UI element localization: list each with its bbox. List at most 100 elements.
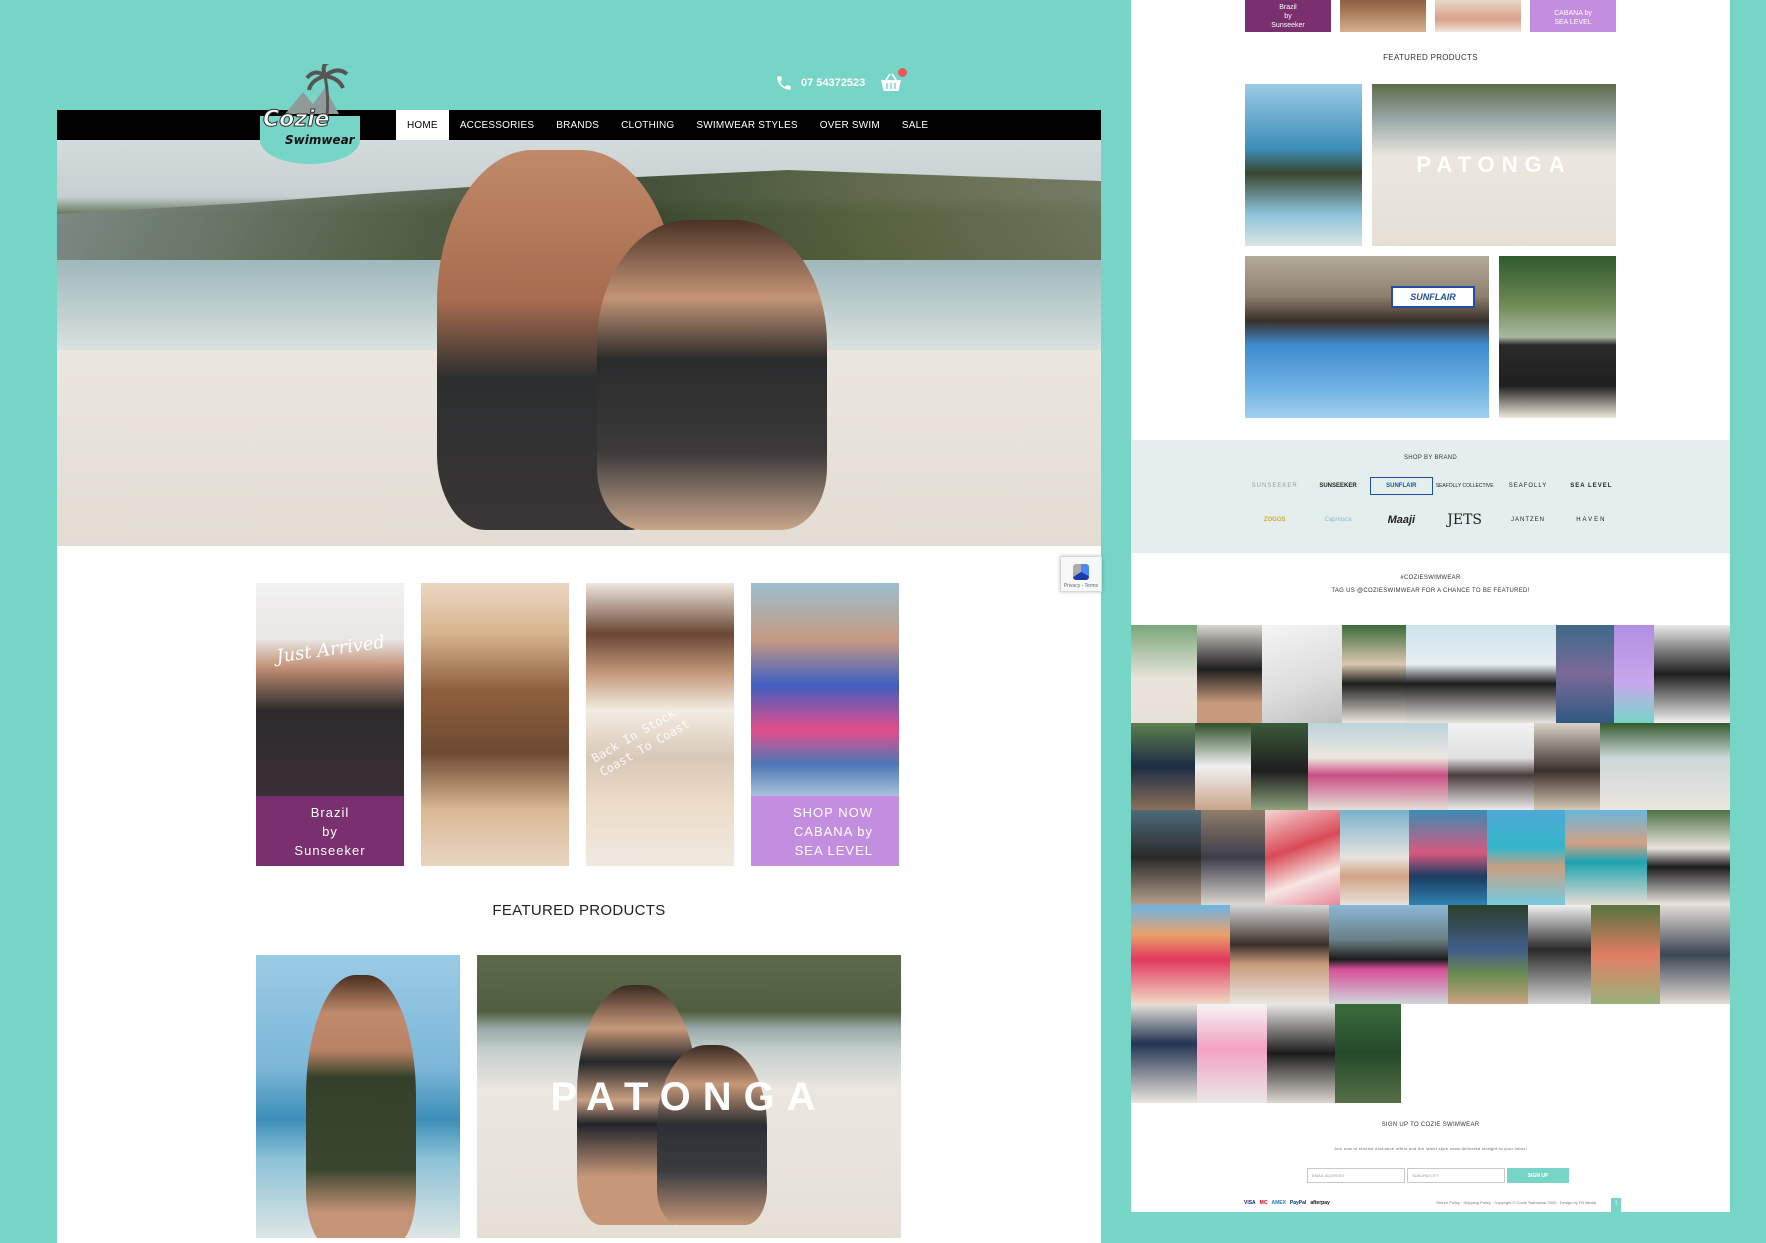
- scroll-to-top-button[interactable]: ↑: [1611, 1198, 1621, 1212]
- instagram-post[interactable]: [1487, 810, 1565, 905]
- hero-banner-image[interactable]: [57, 140, 1101, 546]
- brand-logo[interactable]: JANTZEN: [1496, 511, 1559, 529]
- brand-logos-grid: SUNSEEKER SUNSEEKER SUNFLAIR SEAFOLLY CO…: [1243, 477, 1623, 529]
- thumb-featured-black-dress[interactable]: [1499, 256, 1616, 418]
- logo-text-bottom: Swimwear: [285, 133, 356, 147]
- recaptcha-icon: [1073, 564, 1089, 580]
- instagram-post[interactable]: [1201, 810, 1265, 905]
- instagram-post[interactable]: [1340, 810, 1409, 905]
- instagram-post[interactable]: [1197, 1004, 1267, 1103]
- model-figure: [306, 975, 416, 1238]
- promo-tile-boho[interactable]: [421, 583, 569, 866]
- instagram-post[interactable]: [1335, 1004, 1401, 1103]
- cart-button[interactable]: [879, 68, 907, 94]
- suburb-field[interactable]: SUBURB/CITY: [1407, 1168, 1505, 1183]
- instagram-post[interactable]: [1528, 905, 1591, 1004]
- payment-icons: VISA MC AMEX PayPal afterpay: [1244, 1200, 1330, 1206]
- brand-logo[interactable]: Maaji: [1370, 511, 1433, 529]
- cozie-logo[interactable]: Cozie Swimwear: [255, 60, 365, 166]
- promo-photo: [421, 583, 569, 866]
- instagram-post[interactable]: [1197, 625, 1262, 723]
- instagram-post[interactable]: [1308, 723, 1448, 810]
- instagram-post[interactable]: [1251, 723, 1308, 810]
- instagram-post[interactable]: [1654, 625, 1730, 723]
- instagram-post[interactable]: [1131, 1004, 1197, 1103]
- brand-logo[interactable]: Capriosca: [1306, 511, 1369, 529]
- thumb-featured-patonga[interactable]: PATONGA: [1372, 84, 1616, 246]
- phone-icon: [777, 76, 791, 90]
- brand-logo[interactable]: JETS: [1433, 511, 1496, 529]
- nav-sale[interactable]: SALE: [891, 110, 939, 140]
- instagram-post[interactable]: [1262, 625, 1342, 723]
- instagram-post[interactable]: [1409, 810, 1487, 905]
- instagram-post[interactable]: [1267, 1004, 1335, 1103]
- instagram-post[interactable]: [1591, 905, 1660, 1004]
- promo-tile-brazil[interactable]: Just Arrived Brazil by Sunseeker: [256, 583, 404, 866]
- email-field[interactable]: EMAIL ADDRESS: [1307, 1168, 1405, 1183]
- signup-form: EMAIL ADDRESS SUBURB/CITY SIGN UP: [1307, 1168, 1569, 1183]
- thumb-tile-brazil[interactable]: Brazil by Sunseeker: [1245, 0, 1331, 32]
- nav-accessories[interactable]: ACCESSORIES: [449, 110, 545, 140]
- nav-over-swim[interactable]: OVER SWIM: [809, 110, 891, 140]
- instagram-post[interactable]: [1534, 723, 1600, 810]
- instagram-post[interactable]: [1131, 723, 1195, 810]
- model-figure: [657, 1045, 767, 1225]
- brand-logo[interactable]: SEAFOLLY: [1496, 477, 1559, 495]
- phone-link[interactable]: 07 54372523: [775, 74, 865, 92]
- thumb-featured-sunflair[interactable]: SUNFLAIR: [1245, 256, 1489, 418]
- instagram-post[interactable]: [1131, 625, 1197, 723]
- footer-links[interactable]: Return Policy · Shipping Policy · Copyri…: [1436, 1200, 1596, 1206]
- instagram-post[interactable]: [1230, 905, 1329, 1004]
- brand-logo[interactable]: SEA LEVEL: [1560, 477, 1623, 495]
- instagram-post[interactable]: [1195, 723, 1251, 810]
- brand-logo[interactable]: SUNSEEKER: [1306, 477, 1369, 495]
- sunflair-logo: SUNFLAIR: [1391, 286, 1475, 308]
- amex-icon: AMEX: [1271, 1200, 1286, 1206]
- thumb-tile-cabana[interactable]: CABANA by SEA LEVEL: [1530, 0, 1616, 32]
- nav-brands[interactable]: BRANDS: [545, 110, 610, 140]
- nav-home[interactable]: HOME: [396, 110, 449, 140]
- promo-tile-cabana[interactable]: SHOP NOW CABANA by SEA LEVEL: [751, 583, 899, 866]
- instagram-post[interactable]: [1342, 625, 1406, 723]
- instagram-tagline: TAG US @COZIESWIMWEAR FOR A CHANCE TO BE…: [1331, 588, 1530, 594]
- instagram-post[interactable]: [1448, 723, 1534, 810]
- featured-product-patonga[interactable]: PATONGA: [477, 955, 901, 1238]
- instagram-post[interactable]: [1565, 810, 1647, 905]
- paypal-icon: PayPal: [1289, 1200, 1307, 1206]
- instagram-post[interactable]: [1406, 625, 1556, 723]
- instagram-post[interactable]: [1556, 625, 1614, 723]
- patonga-wordmark: PATONGA: [550, 1075, 828, 1119]
- signup-button[interactable]: SIGN UP: [1507, 1168, 1569, 1183]
- thumb-tile-boho[interactable]: [1340, 0, 1426, 32]
- afterpay-icon: afterpay: [1310, 1200, 1330, 1206]
- brand-logo[interactable]: ZOGGS: [1243, 511, 1306, 529]
- logo-text-top: Cozie: [263, 107, 330, 132]
- promo-tile-back-in-stock[interactable]: Back In Stock Coast To Coast: [586, 583, 734, 866]
- instagram-post[interactable]: [1660, 905, 1730, 1004]
- brand-logo[interactable]: SUNSEEKER: [1243, 477, 1306, 495]
- main-nav: HOME ACCESSORIES BRANDS CLOTHING SWIMWEA…: [396, 110, 939, 140]
- instagram-post[interactable]: [1614, 625, 1654, 723]
- instagram-post[interactable]: [1131, 810, 1201, 905]
- promo-caption: SHOP NOW CABANA by SEA LEVEL: [751, 796, 899, 866]
- instagram-feed-grid: [1131, 625, 1730, 1106]
- nav-clothing[interactable]: CLOTHING: [610, 110, 685, 140]
- phone-number: 07 54372523: [801, 77, 866, 89]
- instagram-post[interactable]: [1600, 723, 1730, 810]
- thumb-tile-back-in-stock[interactable]: [1435, 0, 1521, 32]
- recaptcha-badge[interactable]: Privacy - Terms: [1060, 556, 1102, 592]
- signup-text: Join now to receive exclusive offers and…: [1333, 1146, 1528, 1151]
- instagram-post[interactable]: [1448, 905, 1528, 1004]
- instagram-hashtag: #COZIESWIMWEAR: [1400, 575, 1461, 581]
- brand-logo[interactable]: HAVEN: [1560, 511, 1623, 529]
- instagram-post[interactable]: [1265, 810, 1340, 905]
- instagram-post[interactable]: [1329, 905, 1448, 1004]
- brand-logo[interactable]: SUNFLAIR: [1369, 477, 1433, 495]
- instagram-post[interactable]: [1131, 905, 1230, 1004]
- instagram-post[interactable]: [1647, 810, 1730, 905]
- thumb-featured-olive[interactable]: [1245, 84, 1362, 246]
- featured-product-olive-swimsuit[interactable]: [256, 955, 460, 1238]
- nav-swimwear-styles[interactable]: SWIMWEAR STYLES: [685, 110, 808, 140]
- top-header: [57, 0, 1101, 110]
- brand-logo[interactable]: SEAFOLLY COLLECTIVE: [1433, 477, 1496, 495]
